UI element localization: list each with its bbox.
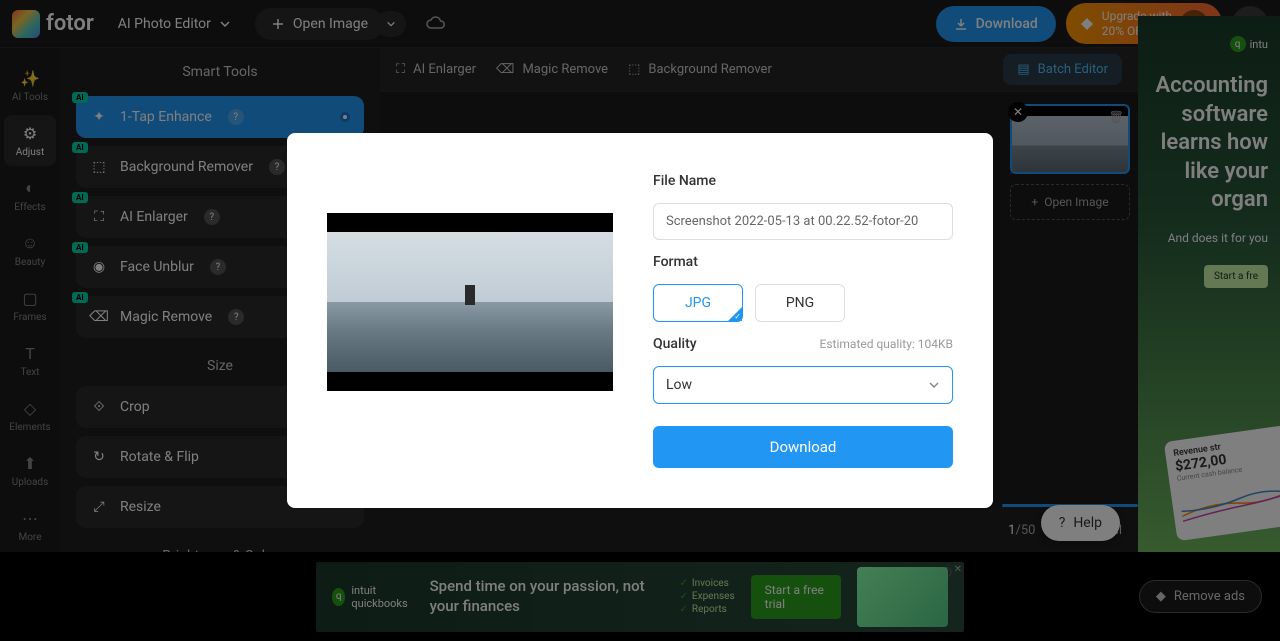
format-label: Format [653,254,953,270]
file-name-label: File Name [653,173,953,189]
format-png-label: PNG [786,295,814,311]
file-name-input[interactable] [653,203,953,240]
quality-select[interactable]: Low [653,366,953,404]
modal-overlay[interactable]: File Name Format JPG PNG Quality Estimat… [0,0,1280,641]
person-silhouette [465,285,475,305]
chevron-down-icon [928,379,940,391]
modal-form: File Name Format JPG PNG Quality Estimat… [653,173,953,468]
modal-preview [327,213,613,391]
quality-estimate: Estimated quality: 104KB [820,337,953,351]
download-modal: File Name Format JPG PNG Quality Estimat… [287,133,993,508]
check-icon [728,307,742,321]
modal-download-button[interactable]: Download [653,426,953,468]
preview-image [327,232,613,372]
format-png-button[interactable]: PNG [755,284,845,322]
format-jpg-label: JPG [685,295,711,311]
quality-label: Quality [653,336,697,352]
quality-value: Low [666,377,692,393]
format-jpg-button[interactable]: JPG [653,284,743,322]
